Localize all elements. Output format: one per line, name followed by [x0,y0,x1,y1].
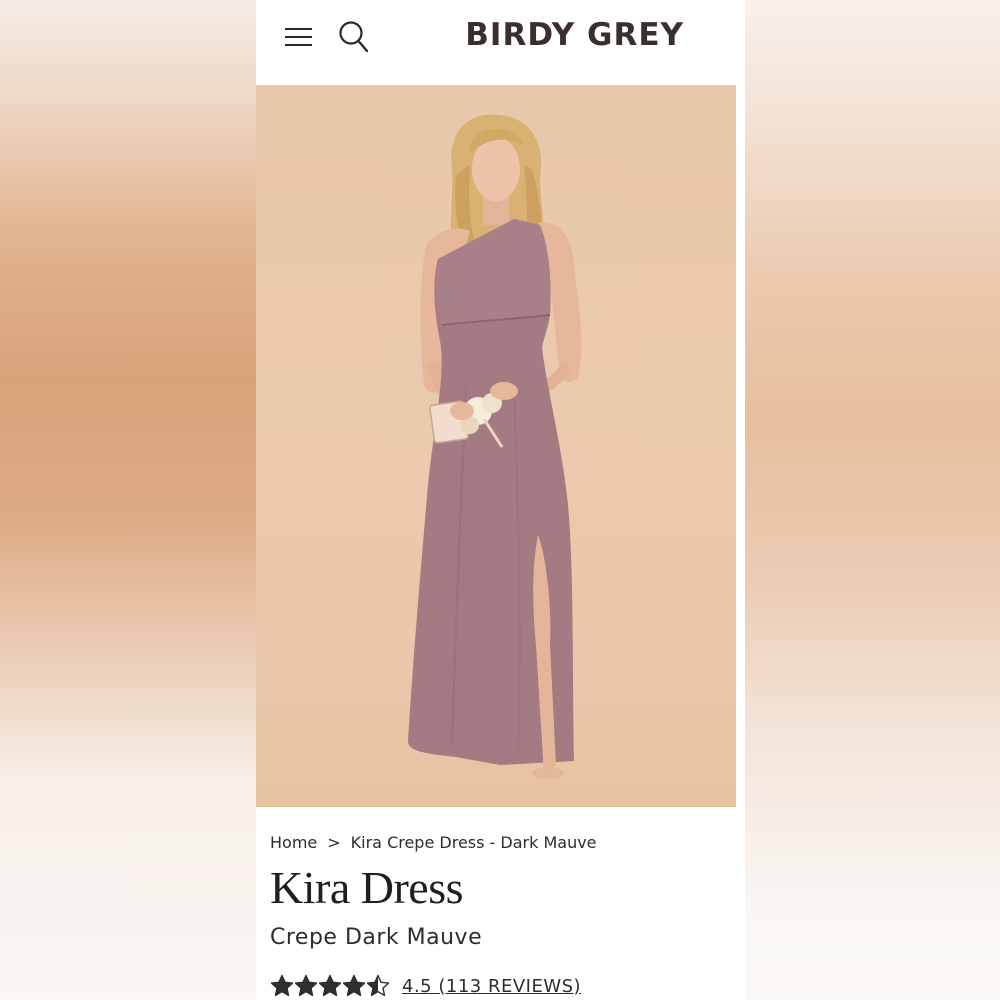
brand-logo[interactable]: BIRDY GREY [256,17,745,53]
star-full-icon [342,974,366,997]
model-photo [256,114,736,807]
product-title: Kira Dress [270,862,464,913]
product-color-name: Crepe Dark Mauve [270,925,483,950]
star-half-icon [366,974,390,997]
mobile-product-page: BIRDY GREY Home > Kira Crepe Dress - Dar… [256,0,745,1000]
star-rating[interactable] [270,974,390,998]
breadcrumb-current-link[interactable]: Kira Crepe Dress - Dark Mauve [351,833,597,852]
product-hero-image [256,85,736,807]
reviews-link[interactable]: 4.5 (113 REVIEWS) [402,976,581,997]
breadcrumb: Home > Kira Crepe Dress - Dark Mauve [270,833,597,852]
background-blur-left [0,0,256,1000]
breadcrumb-home-link[interactable]: Home [270,833,317,852]
background-blur-right [745,0,1000,1000]
breadcrumb-separator: > [327,833,341,852]
star-full-icon [294,974,318,997]
star-full-icon [270,974,294,997]
rating-row: 4.5 (113 REVIEWS) [270,971,581,1000]
site-header: BIRDY GREY [256,0,745,85]
star-full-icon [318,974,342,997]
